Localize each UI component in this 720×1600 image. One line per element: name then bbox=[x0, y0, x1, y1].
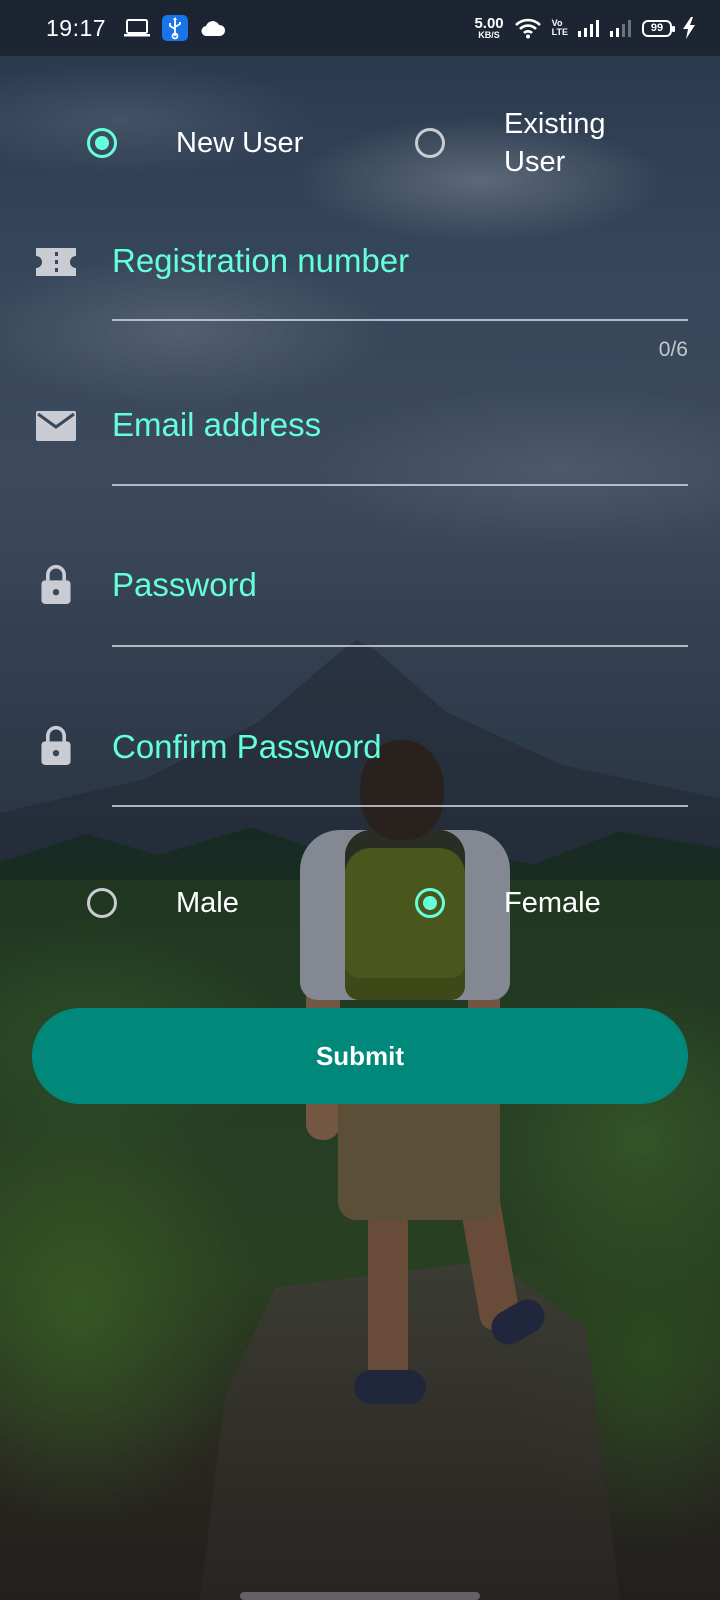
female-label[interactable]: Female bbox=[504, 884, 601, 922]
password-placeholder: Password bbox=[112, 566, 257, 603]
male-label[interactable]: Male bbox=[176, 884, 239, 922]
email-underline bbox=[112, 484, 688, 486]
registration-number-underline bbox=[112, 319, 688, 321]
female-radio[interactable] bbox=[415, 888, 445, 918]
charging-icon bbox=[683, 17, 695, 39]
home-indicator[interactable] bbox=[240, 1592, 480, 1600]
confirm-password-underline bbox=[112, 805, 688, 807]
lock-icon bbox=[41, 725, 71, 765]
dark-overlay bbox=[0, 0, 720, 1600]
ticket-icon bbox=[36, 248, 76, 276]
registration-number-placeholder: Registration number bbox=[112, 242, 410, 279]
volte-indicator: Vo LTE bbox=[551, 18, 568, 37]
wifi-icon bbox=[514, 18, 541, 39]
status-bar: 19:17 5.00 KB/S Vo LTE 99 bbox=[0, 0, 720, 56]
signal-icon bbox=[578, 20, 599, 37]
confirm-password-placeholder: Confirm Password bbox=[112, 728, 382, 765]
male-radio[interactable] bbox=[87, 888, 117, 918]
registration-character-counter: 0/6 bbox=[658, 338, 688, 361]
status-time: 19:17 bbox=[46, 14, 107, 41]
email-icon bbox=[36, 411, 76, 441]
new-user-label[interactable]: New User bbox=[176, 124, 303, 162]
email-placeholder: Email address bbox=[112, 406, 322, 443]
background-image bbox=[0, 0, 720, 1600]
usb-icon bbox=[162, 15, 189, 41]
existing-user-label[interactable]: Existing User bbox=[504, 105, 654, 181]
signal-weak-icon bbox=[610, 20, 631, 37]
existing-user-radio[interactable] bbox=[415, 128, 445, 158]
net-speed: 5.00 KB/S bbox=[474, 15, 504, 40]
battery-indicator: 99 bbox=[642, 19, 675, 37]
password-underline bbox=[112, 645, 688, 647]
laptop-icon bbox=[124, 19, 151, 37]
new-user-radio[interactable] bbox=[87, 128, 117, 158]
cloud-icon bbox=[201, 21, 226, 37]
submit-button[interactable]: Submit bbox=[32, 1008, 688, 1104]
lock-icon bbox=[41, 564, 71, 604]
